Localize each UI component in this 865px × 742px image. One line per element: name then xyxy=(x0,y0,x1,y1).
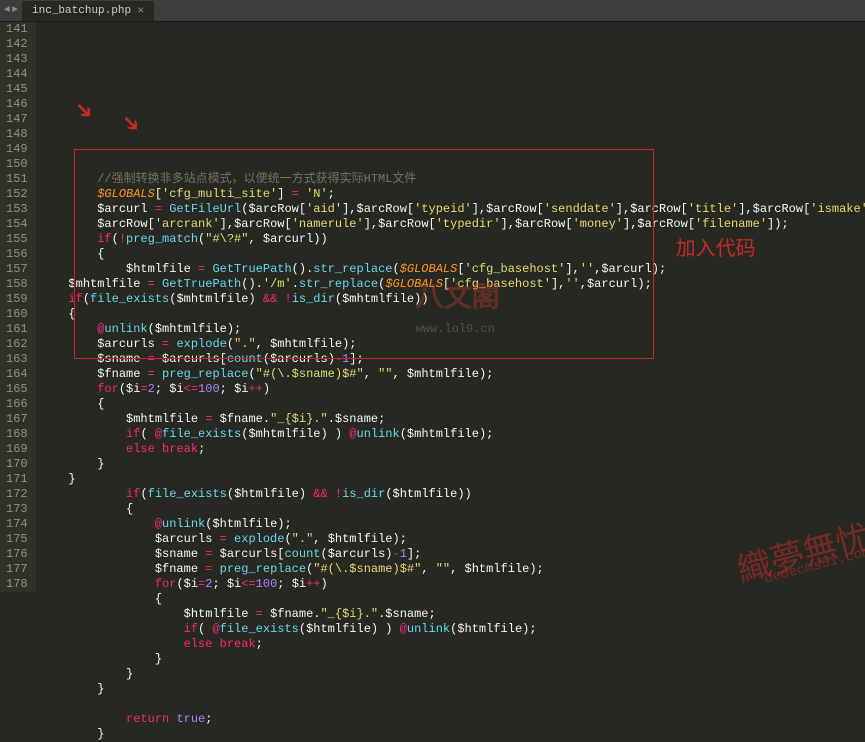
line-number: 152 xyxy=(6,187,28,202)
code-line[interactable]: $arcurl = GetFileUrl($arcRow['aid'],$arc… xyxy=(40,202,865,217)
line-number: 173 xyxy=(6,502,28,517)
code-line[interactable]: if(!preg_match("#\?#", $arcurl)) xyxy=(40,232,865,247)
tab-bar: ◄ ► inc_batchup.php × xyxy=(0,0,865,22)
line-number: 144 xyxy=(6,67,28,82)
code-line[interactable]: } xyxy=(40,457,865,472)
line-number: 147 xyxy=(6,112,28,127)
code-line[interactable]: //强制转换非多站点模式，以便统一方式获得实际HTML文件 xyxy=(40,172,865,187)
line-number: 170 xyxy=(6,457,28,472)
code-line[interactable]: { xyxy=(40,397,865,412)
code-line[interactable]: $arcurls = explode(".", $mhtmlfile); xyxy=(40,337,865,352)
line-number: 177 xyxy=(6,562,28,577)
code-line[interactable]: for($i=2; $i<=100; $i++) xyxy=(40,382,865,397)
line-number: 164 xyxy=(6,367,28,382)
code-line[interactable]: @unlink($htmlfile); xyxy=(40,517,865,532)
editor: 1411421431441451461471481491501511521531… xyxy=(0,22,865,592)
arrow-icon: ➔ xyxy=(71,100,95,124)
arrow-icon: ➔ xyxy=(118,113,142,137)
code-line[interactable]: $arcRow['arcrank'],$arcRow['namerule'],$… xyxy=(40,217,865,232)
line-number: 146 xyxy=(6,97,28,112)
line-number: 168 xyxy=(6,427,28,442)
code-line[interactable]: { xyxy=(40,502,865,517)
code-line[interactable]: } xyxy=(40,667,865,682)
tab-file[interactable]: inc_batchup.php × xyxy=(22,1,154,21)
line-number: 162 xyxy=(6,337,28,352)
line-number: 145 xyxy=(6,82,28,97)
line-number: 151 xyxy=(6,172,28,187)
line-number: 167 xyxy=(6,412,28,427)
code-line[interactable]: $sname = $arcurls[count($arcurls)-1]; xyxy=(40,352,865,367)
line-number: 169 xyxy=(6,442,28,457)
line-number: 166 xyxy=(6,397,28,412)
code-line[interactable]: if(file_exists($mhtmlfile) && !is_dir($m… xyxy=(40,292,865,307)
nav-forward-icon[interactable]: ► xyxy=(12,5,18,16)
line-number: 150 xyxy=(6,157,28,172)
nav-arrows: ◄ ► xyxy=(0,5,22,16)
line-number: 157 xyxy=(6,262,28,277)
line-number: 171 xyxy=(6,472,28,487)
line-number: 163 xyxy=(6,352,28,367)
code-line[interactable]: $GLOBALS['cfg_multi_site'] = 'N'; xyxy=(40,187,865,202)
line-number: 142 xyxy=(6,37,28,52)
code-line[interactable]: else break; xyxy=(40,442,865,457)
line-number: 158 xyxy=(6,277,28,292)
line-number: 174 xyxy=(6,517,28,532)
line-number: 175 xyxy=(6,532,28,547)
line-number: 178 xyxy=(6,577,28,592)
code-line[interactable]: $htmlfile = $fname."_{$i}.".$sname; xyxy=(40,607,865,622)
line-number: 161 xyxy=(6,322,28,337)
line-gutter: 1411421431441451461471481491501511521531… xyxy=(0,22,36,592)
code-line[interactable]: $fname = preg_replace("#(\.$sname)$#", "… xyxy=(40,367,865,382)
code-line[interactable]: } xyxy=(40,472,865,487)
code-line[interactable]: return true; xyxy=(40,712,865,727)
code-line[interactable]: for($i=2; $i<=100; $i++) xyxy=(40,577,865,592)
line-number: 141 xyxy=(6,22,28,37)
code-line[interactable]: { xyxy=(40,247,865,262)
code-line[interactable]: @unlink($mhtmlfile); xyxy=(40,322,865,337)
code-line[interactable]: $sname = $arcurls[count($arcurls)-1]; xyxy=(40,547,865,562)
code-line[interactable]: } xyxy=(40,727,865,742)
code-line[interactable]: } xyxy=(40,652,865,667)
code-line[interactable]: if( @file_exists($mhtmlfile) ) @unlink($… xyxy=(40,427,865,442)
line-number: 154 xyxy=(6,217,28,232)
code-line[interactable]: $fname = preg_replace("#(\.$sname)$#", "… xyxy=(40,562,865,577)
line-number: 176 xyxy=(6,547,28,562)
code-line[interactable]: $htmlfile = GetTruePath().str_replace($G… xyxy=(40,262,865,277)
code-line[interactable]: $mhtmlfile = $fname."_{$i}.".$sname; xyxy=(40,412,865,427)
line-number: 155 xyxy=(6,232,28,247)
line-number: 143 xyxy=(6,52,28,67)
close-icon[interactable]: × xyxy=(137,4,144,18)
code-line[interactable]: if( @file_exists($htmlfile) ) @unlink($h… xyxy=(40,622,865,637)
tab-label: inc_batchup.php xyxy=(32,5,131,17)
line-number: 148 xyxy=(6,127,28,142)
line-number: 172 xyxy=(6,487,28,502)
code-line[interactable]: { xyxy=(40,592,865,607)
code-line[interactable]: else break; xyxy=(40,637,865,652)
line-number: 165 xyxy=(6,382,28,397)
line-number: 160 xyxy=(6,307,28,322)
code-area[interactable]: ➔ ➔ 加入代码 八文閣 www.lol9.cn 織夢無忧 dedecms51.… xyxy=(36,22,865,592)
line-number: 156 xyxy=(6,247,28,262)
code-line[interactable]: $mhtmlfile = GetTruePath().'/m'.str_repl… xyxy=(40,277,865,292)
code-line[interactable]: if(file_exists($htmlfile) && !is_dir($ht… xyxy=(40,487,865,502)
line-number: 149 xyxy=(6,142,28,157)
line-number: 159 xyxy=(6,292,28,307)
code-line[interactable] xyxy=(40,697,865,712)
code-line[interactable]: $arcurls = explode(".", $htmlfile); xyxy=(40,532,865,547)
nav-back-icon[interactable]: ◄ xyxy=(4,5,10,16)
line-number: 153 xyxy=(6,202,28,217)
code-line[interactable]: { xyxy=(40,307,865,322)
code-line[interactable]: } xyxy=(40,682,865,697)
